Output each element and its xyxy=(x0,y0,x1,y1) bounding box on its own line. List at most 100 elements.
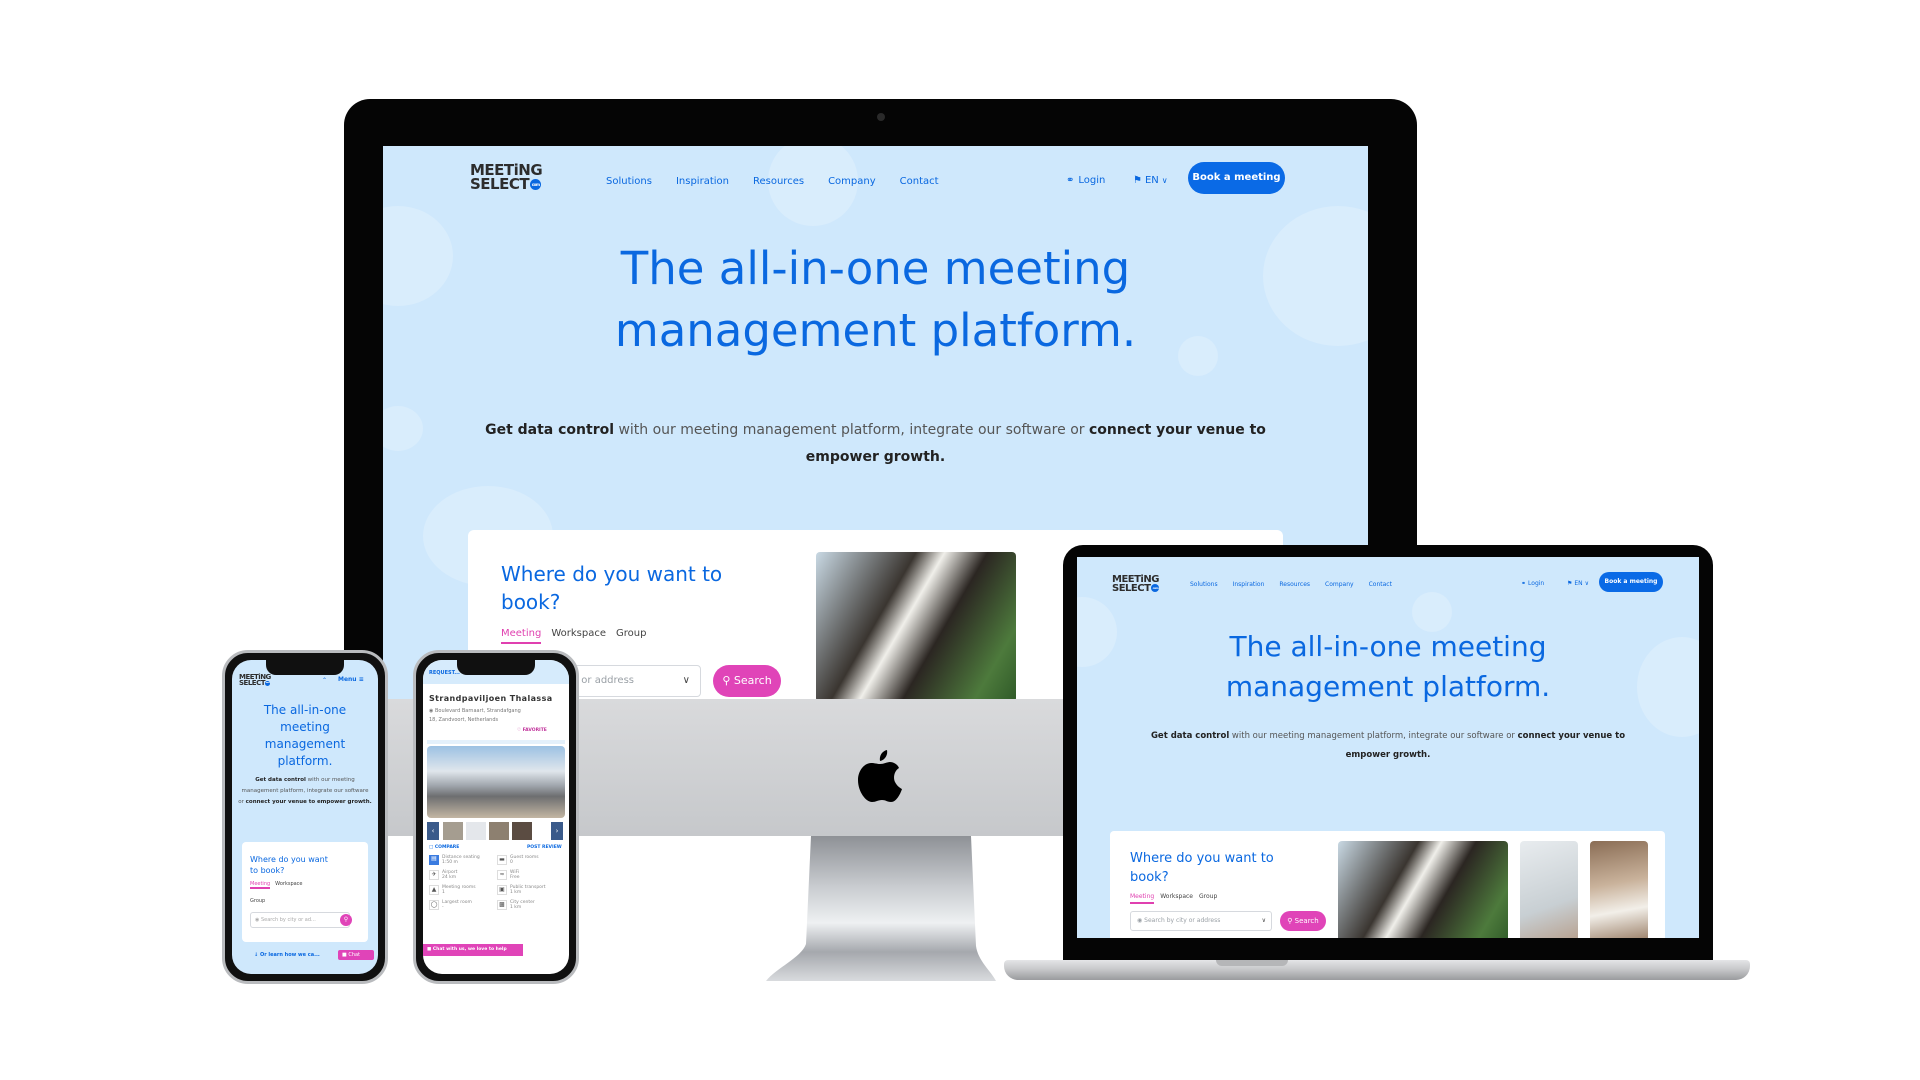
chat-button[interactable]: ■ Chat xyxy=(338,950,374,960)
venue-main-photo xyxy=(427,746,565,818)
chat-banner-label: Chat with us, we love to help xyxy=(432,947,507,952)
flag-icon: ⚑ xyxy=(1567,580,1573,587)
hero-sub-bold2: connect your venue to xyxy=(245,799,316,805)
gallery-thumbnail[interactable] xyxy=(512,822,532,840)
chevron-down-icon: ∨ xyxy=(1161,176,1168,185)
logo-badge: com xyxy=(1151,584,1160,592)
site-logo[interactable]: MEETiNG SELECTcom xyxy=(470,163,543,191)
search-icon: ⚲ xyxy=(722,674,731,687)
venue-address: ◉ Boulevard Barnaart, Strandafgang 18, Za… xyxy=(429,707,521,725)
search-title-line2: book? xyxy=(501,590,561,614)
site-logo[interactable]: MEETiNG SELECTcom xyxy=(1112,575,1160,594)
location-pin-icon: ◉ xyxy=(1137,917,1143,924)
fact-item: ≈ WiFi Free xyxy=(497,870,565,880)
nav-resources[interactable]: Resources xyxy=(753,176,804,187)
location-search-input[interactable]: ◉ Search by city or address ∨ xyxy=(1130,911,1272,931)
nav-company[interactable]: Company xyxy=(1325,581,1354,588)
fact-value: 1 km xyxy=(510,890,522,895)
tab-group[interactable]: Group xyxy=(1199,893,1217,904)
location-pin-icon: ◉ xyxy=(429,708,434,714)
search-button[interactable]: ⚲ xyxy=(340,914,352,926)
book-meeting-button[interactable]: Book a meeting xyxy=(1188,162,1285,194)
nav-contact[interactable]: Contact xyxy=(1369,581,1392,588)
login-link[interactable]: ⚭ Login xyxy=(1066,175,1105,186)
apple-logo-icon xyxy=(858,750,902,802)
post-review-link[interactable]: POST REVIEW xyxy=(527,845,562,850)
learn-more-label: Or learn how we ca... xyxy=(259,952,320,958)
gallery-thumbnail[interactable] xyxy=(466,822,486,840)
location-search-input[interactable]: ◉ Search by city or ad... xyxy=(250,912,350,928)
chat-banner[interactable]: ■ Chat with us, we love to help xyxy=(423,944,523,956)
phone-screen: MEETiNG SELECTcom ⌃ Menu ≡ The all-in-on… xyxy=(232,660,378,974)
tab-meeting[interactable]: Meeting xyxy=(250,881,271,889)
tab-meeting[interactable]: Meeting xyxy=(501,628,542,644)
favorite-button[interactable]: ♡ FAVORITE xyxy=(517,728,547,733)
flag-icon: ⚑ xyxy=(1133,175,1142,186)
tab-workspace[interactable]: Workspace xyxy=(275,881,302,889)
fact-value: 1 km xyxy=(510,905,522,910)
search-card: Where do you want to book? Meeting Worksp… xyxy=(242,842,368,942)
gallery-prev-button[interactable]: ‹ xyxy=(427,822,439,840)
gallery-thumbnail[interactable] xyxy=(443,822,463,840)
fact-value: 1 xyxy=(442,890,445,895)
nav-company[interactable]: Company xyxy=(828,176,876,187)
search-button[interactable]: ⚲ Search xyxy=(713,665,781,697)
compare-checkbox[interactable]: □ COMPARE xyxy=(429,845,459,850)
mobile-menu-button[interactable]: Menu ≡ xyxy=(338,676,364,683)
logo-badge: com xyxy=(530,178,542,190)
user-icon[interactable]: ⌃ xyxy=(322,677,327,684)
search-icon: ⚲ xyxy=(343,916,349,923)
gallery-next-button[interactable]: › xyxy=(551,822,563,840)
language-selector[interactable]: ⚑ EN ∨ xyxy=(1567,580,1589,587)
hero-sub-bold2: connect your venue to xyxy=(1088,422,1266,438)
airplane-icon: ✈ xyxy=(429,870,439,880)
decor-bubble xyxy=(1412,592,1452,632)
location-placeholder: Search by city or ad... xyxy=(260,917,316,923)
hero-subtitle: Get data control with our meeting manage… xyxy=(1097,727,1679,765)
booking-type-tabs: Meeting Workspace Group xyxy=(501,628,646,644)
nav-solutions[interactable]: Solutions xyxy=(1190,581,1218,588)
hero-sub-bold3: empower growth. xyxy=(316,799,372,805)
nav-contact[interactable]: Contact xyxy=(900,176,939,187)
gallery-thumbnail[interactable] xyxy=(489,822,509,840)
book-meeting-button[interactable]: Book a meeting xyxy=(1599,572,1663,592)
tab-meeting[interactable]: Meeting xyxy=(1130,893,1155,904)
bed-icon: ▬ xyxy=(497,855,507,865)
hero-sub-bold1: Get data control xyxy=(1150,731,1230,741)
nav-solutions[interactable]: Solutions xyxy=(606,176,652,187)
login-link[interactable]: ⚭ Login xyxy=(1521,580,1544,587)
chevron-down-icon: ∨ xyxy=(1261,917,1266,924)
tab-group[interactable]: Group xyxy=(616,628,646,644)
nav-resources[interactable]: Resources xyxy=(1279,581,1310,588)
tab-group[interactable]: Group xyxy=(250,898,265,904)
request-label[interactable]: REQUEST... xyxy=(429,670,460,676)
fact-value: 1:50 m xyxy=(442,860,458,865)
fact-item: ◯ Largest room - xyxy=(429,900,497,910)
search-button-label: Search xyxy=(1294,917,1319,925)
language-selector[interactable]: ⚑ EN ∨ xyxy=(1133,175,1168,186)
divider xyxy=(427,740,565,744)
fact-value: 24 km xyxy=(442,875,457,880)
site-logo[interactable]: MEETiNG SELECTcom xyxy=(239,673,271,686)
nav-inspiration[interactable]: Inspiration xyxy=(1233,581,1265,588)
tab-workspace[interactable]: Workspace xyxy=(1160,893,1193,904)
search-button[interactable]: ⚲ Search xyxy=(1280,911,1326,931)
chat-icon: ■ xyxy=(427,947,432,952)
hero-title-line2: management platform. xyxy=(614,304,1137,357)
photo-hotel-room xyxy=(1590,841,1648,938)
tab-workspace[interactable]: Workspace xyxy=(551,628,606,644)
fact-item: ▬ Guest rooms 0 xyxy=(497,855,565,865)
main-nav: Solutions Inspiration Resources Company … xyxy=(1190,581,1392,588)
heart-icon: ♡ xyxy=(517,728,522,733)
search-icon: ⚲ xyxy=(1287,917,1293,925)
hero-subtitle: Get data control with our meeting manage… xyxy=(238,775,372,808)
hero-title-line1: The all-in-one meeting xyxy=(620,242,1131,295)
decor-bubble xyxy=(383,406,423,451)
hero-sub-mid: with our meeting management platform, in… xyxy=(1229,731,1518,741)
nav-inspiration[interactable]: Inspiration xyxy=(676,176,729,187)
location-pin-icon: ◉ xyxy=(255,917,260,923)
learn-more-link[interactable]: ↓ Or learn how we ca... xyxy=(254,952,320,958)
phone-homepage: MEETiNG SELECTcom ⌃ Menu ≡ The all-in-on… xyxy=(222,650,388,984)
hero-title-line2: management platform. xyxy=(1225,670,1551,703)
phone-notch xyxy=(266,660,344,675)
